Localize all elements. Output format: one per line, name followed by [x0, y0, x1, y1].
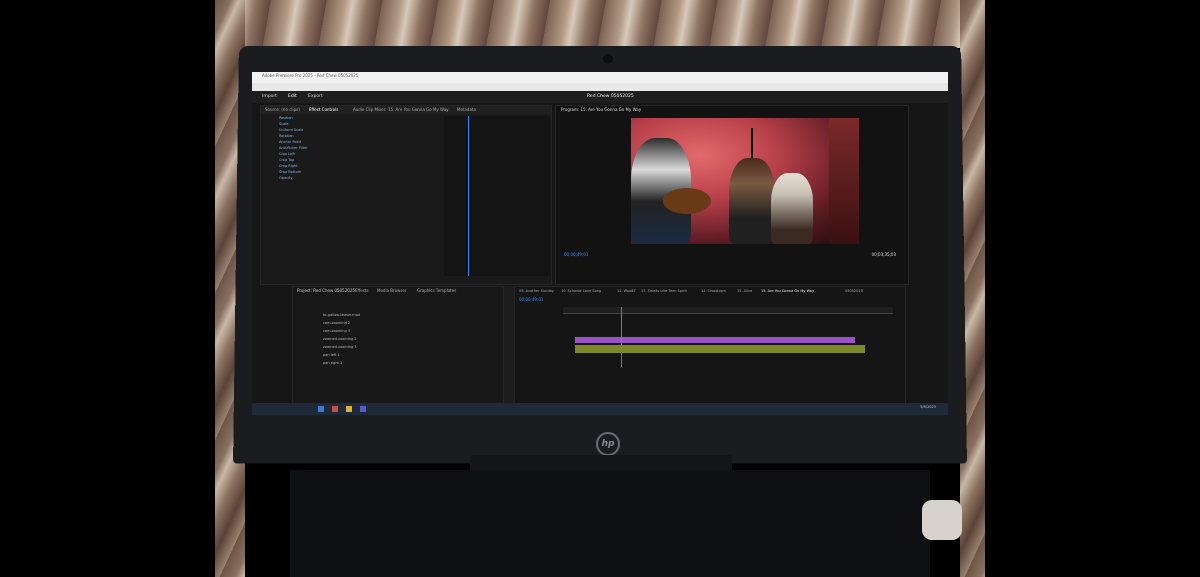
folder-icon[interactable] [346, 406, 352, 412]
curtain-top [215, 0, 985, 48]
tab-audio-clip-mixer[interactable]: Audio Clip Mixer: 15. Are You Gonna Go M… [353, 107, 449, 112]
premiere-icon[interactable] [360, 406, 366, 412]
fx-row-opacity[interactable]: Opacity [261, 176, 441, 182]
project-panel: Project: Red Chew 05052025 Effects Media… [292, 286, 504, 408]
timeline-tab[interactable]: 15. Alive [737, 289, 752, 293]
tab-metadata[interactable]: Metadata [457, 107, 476, 112]
effect-controls-playhead[interactable] [468, 116, 469, 276]
window-title: Adobe Premiere Pro 2025 - Red Chew 05052… [262, 73, 359, 78]
bin-item[interactable]: zoomed-zooming 3 [323, 345, 356, 349]
timeline-tab[interactable]: 09. Another Sunday [519, 289, 554, 293]
bin-item[interactable]: zoomed-zooming 2 [323, 337, 356, 341]
timeline-panel: 09. Another Sunday 10. Schindlr Love Son… [514, 286, 906, 408]
tab-source[interactable]: Source: (no clips) [265, 107, 300, 112]
video-background-wall [829, 118, 859, 244]
app-icon[interactable] [332, 406, 338, 412]
workspace-import[interactable]: Import [262, 94, 277, 99]
program-timecode-duration: 00;03;35;03 [871, 252, 896, 257]
video-guitar [663, 188, 711, 214]
window-titlebar: Adobe Premiere Pro 2025 - Red Chew 05052… [252, 72, 948, 83]
tab-media-browser[interactable]: Media Browser [377, 288, 407, 293]
transport-controls [676, 275, 796, 290]
webcam [603, 54, 613, 64]
timeline-tab-active[interactable]: 15. Are You Gonna Go My Way [761, 289, 814, 293]
laptop-screen: Adobe Premiere Pro 2025 - Red Chew 05052… [252, 72, 948, 415]
program-timecode-current[interactable]: 00;00;49;01 [564, 252, 588, 257]
hp-logo-icon: hp [596, 432, 620, 456]
sequence-title: Red Chew 05052025 [587, 94, 634, 99]
bin-item[interactable]: to-gallow-teaser.mod [323, 313, 360, 317]
bin-item[interactable]: cam-zooming 3 [323, 329, 350, 333]
timeline-tab[interactable]: 14. Crosstown [701, 289, 726, 293]
tools-panel[interactable] [504, 286, 514, 406]
program-monitor-title: Program: 15. Are You Gonna Go My Way [561, 107, 642, 112]
windows-taskbar: 5/5/2025 [252, 403, 948, 415]
video-clip-track[interactable] [575, 345, 865, 353]
menu-bar[interactable] [252, 83, 948, 91]
adjustment-layer-clip[interactable] [575, 337, 855, 343]
tab-graphics-templates[interactable]: Graphics Templates [417, 288, 456, 293]
tab-project[interactable]: Project: Red Chew 05052025 [297, 288, 355, 293]
taskbar-clock: 5/5/2025 [920, 405, 936, 409]
bin-item[interactable]: cam-zooming 2 [323, 321, 350, 325]
timeline-tab[interactable]: 12. Woo87 [617, 289, 636, 293]
video-guitarist-center [729, 158, 775, 244]
program-video-frame [631, 118, 859, 244]
timeline-playhead[interactable] [621, 307, 622, 367]
bin-item[interactable]: pan left 1 [323, 353, 340, 357]
tab-effect-controls[interactable]: Effect Controls [309, 107, 338, 112]
effect-controls-tabs: Source: (no clips) Effect Controls Audio… [261, 106, 551, 114]
table-object [922, 500, 962, 540]
timeline-tab[interactable]: 10. Schindlr Love Song [561, 289, 601, 293]
bin-item[interactable]: pan right 1 [323, 361, 342, 365]
effect-property-list: Position Scale Uniform Scale Rotation An… [261, 116, 441, 182]
photo-scene: Adobe Premiere Pro 2025 - Red Chew 05052… [0, 0, 1200, 577]
video-guitarist-right [771, 173, 813, 244]
keyframe-graph[interactable] [444, 116, 550, 276]
workspace-export[interactable]: Export [308, 94, 323, 99]
tab-effects[interactable]: Effects [355, 288, 369, 293]
timeline-tab[interactable]: 13. Smells Like Teen Spirit [641, 289, 687, 293]
program-monitor: Program: 15. Are You Gonna Go My Way 00;… [555, 105, 909, 290]
workspace-edit[interactable]: Edit [288, 94, 297, 99]
workspace-bar: Import Edit Export Red Chew 05052025 [252, 91, 948, 103]
effect-controls-panel: Source: (no clips) Effect Controls Audio… [260, 105, 552, 285]
timeline-ruler[interactable] [563, 307, 893, 314]
timeline-tab[interactable]: 05052025 [845, 289, 863, 293]
laptop-base [290, 470, 930, 577]
timeline-timecode[interactable]: 00;00;49;01 [519, 297, 543, 302]
start-icon[interactable] [318, 406, 324, 412]
